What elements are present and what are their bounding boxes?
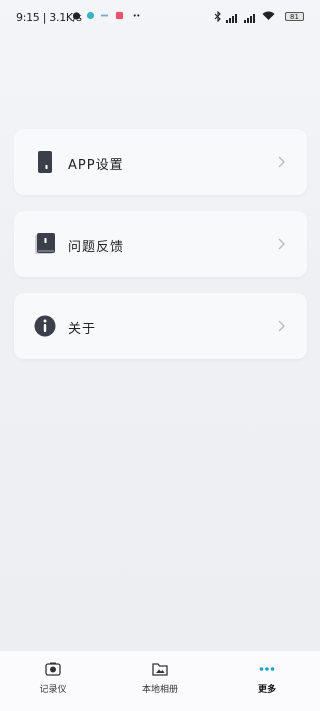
tab-more[interactable]: 更多 (214, 651, 320, 711)
menu-item-label: 关于 (68, 322, 97, 337)
chevron-right-icon (278, 156, 285, 168)
tab-label: 本地相册 (141, 685, 178, 695)
menu-item-feedback[interactable]: 问题反馈 (14, 211, 307, 277)
menu-item-app-settings[interactable]: APP设置 (14, 129, 307, 195)
signal-icon (244, 14, 255, 23)
chevron-right-icon (278, 238, 285, 250)
phone-icon (38, 151, 52, 173)
status-bar: 9:15 | 3.1K/s 81 (0, 0, 320, 36)
tab-label: 记录仪 (39, 685, 67, 695)
app-icon (100, 14, 109, 17)
info-icon (34, 315, 56, 337)
bluetooth-icon (214, 11, 221, 22)
menu-item-label: APP设置 (68, 158, 124, 173)
wifi-icon (262, 11, 275, 20)
status-system-icons: 81 (214, 11, 304, 23)
app-icon (86, 11, 95, 20)
chevron-right-icon (278, 320, 285, 332)
camera-icon (45, 662, 61, 676)
folder-image-icon (152, 663, 168, 676)
bottom-tab-bar: 记录仪 本地相册 更多 (0, 651, 320, 711)
tab-recorder[interactable]: 记录仪 (0, 651, 106, 711)
menu-item-label: 问题反馈 (68, 240, 125, 255)
book-icon (35, 233, 55, 254)
battery-icon: 81 (285, 12, 304, 21)
app-icon (115, 11, 124, 20)
menu-item-about[interactable]: 关于 (14, 293, 307, 359)
tab-local-album[interactable]: 本地相册 (107, 651, 213, 711)
alarm-icon (72, 12, 81, 20)
more-dots-icon (259, 667, 275, 671)
tab-label: 更多 (257, 685, 276, 695)
more-dots-icon (133, 14, 140, 17)
signal-icon (226, 14, 237, 23)
